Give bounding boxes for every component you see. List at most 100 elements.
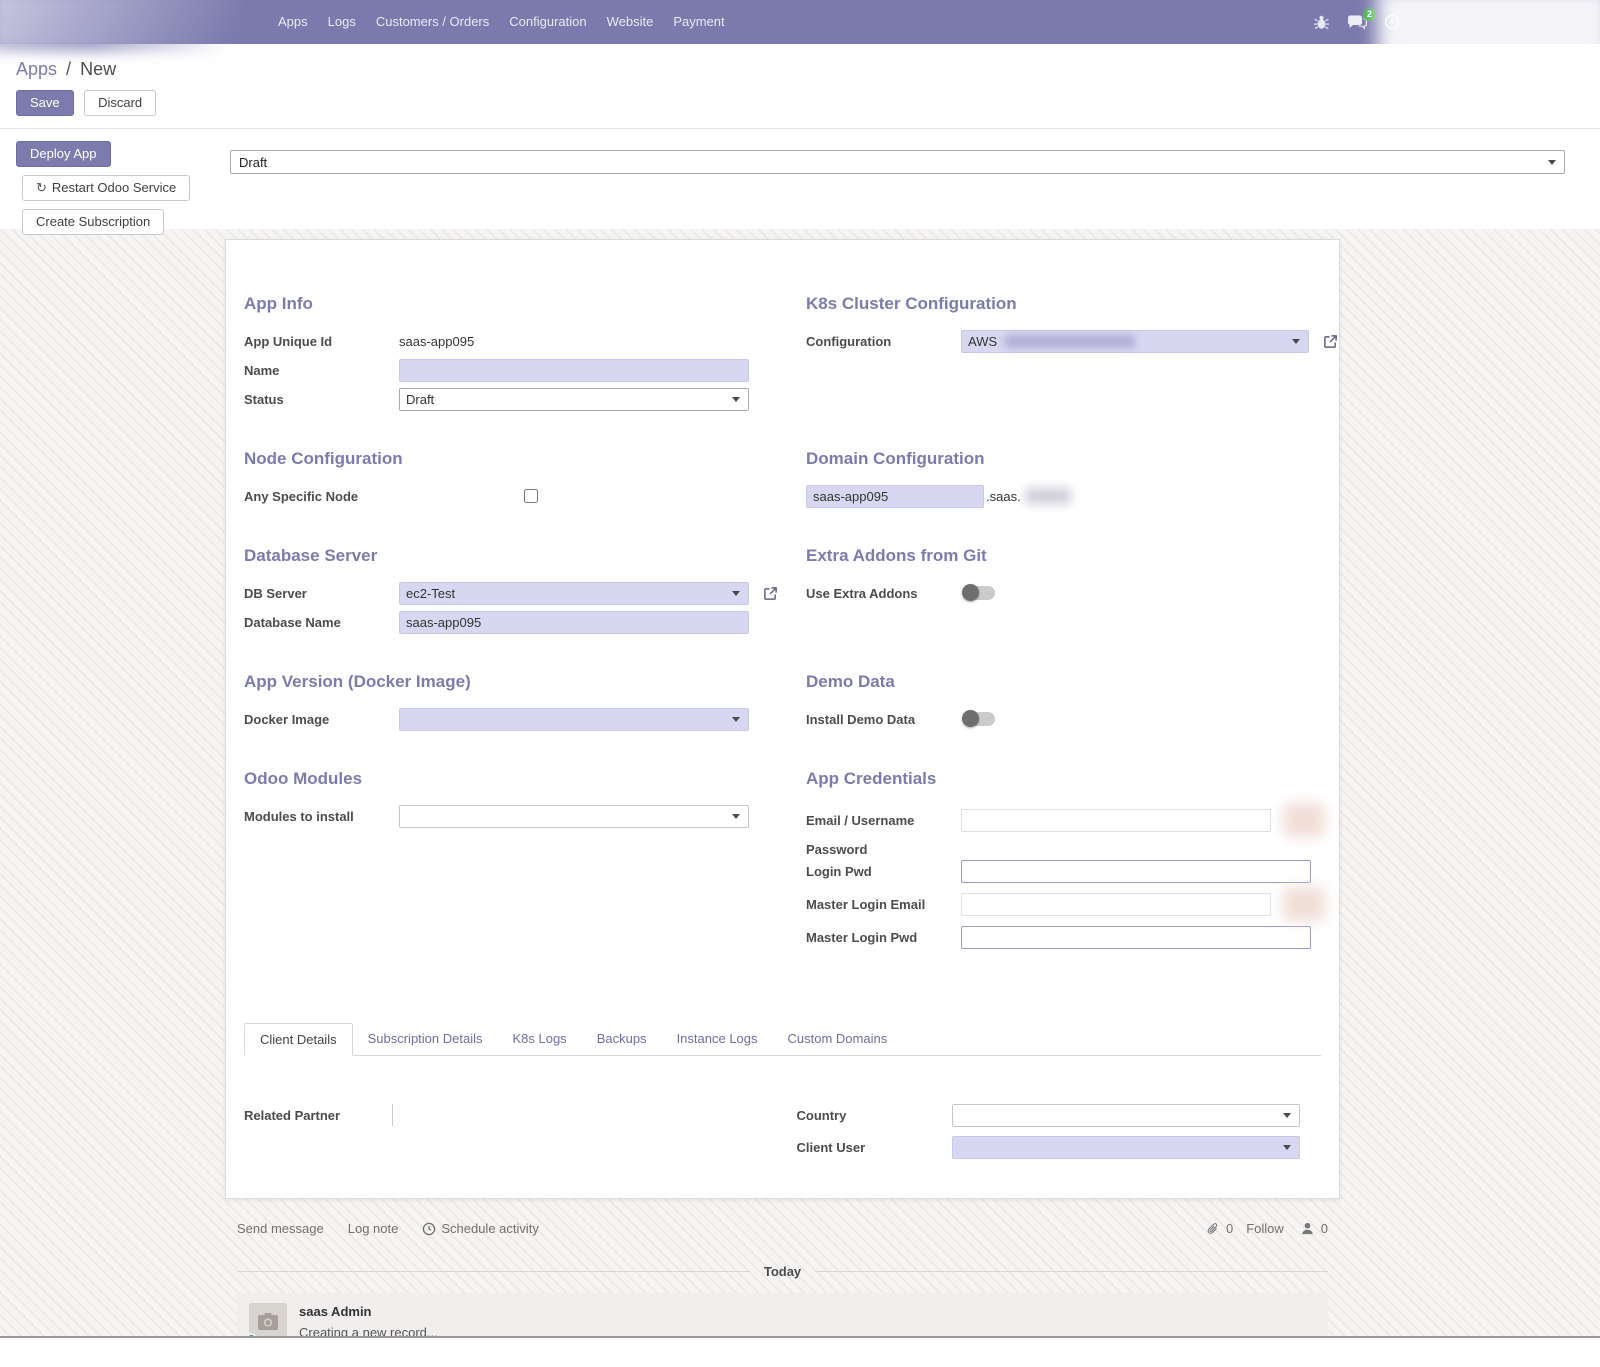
docker-image-dropdown[interactable] <box>399 708 749 731</box>
tab-backups[interactable]: Backups <box>582 1023 662 1055</box>
breadcrumb-current: New <box>80 59 116 79</box>
chatter-right-tools: 0 Follow 0 <box>1206 1221 1328 1236</box>
notebook-tabs: Client Details Subscription Details K8s … <box>244 1023 1321 1056</box>
tab-subscription-details[interactable]: Subscription Details <box>353 1023 498 1055</box>
login-pwd-label: Login Pwd <box>806 864 961 879</box>
configuration-value: AWS <box>968 334 997 349</box>
section-title-demo-data: Demo Data <box>806 672 1338 692</box>
status-dropdown[interactable]: Draft <box>230 150 1565 174</box>
chatter-message: saas Admin Creating a new record... <box>237 1293 1328 1336</box>
database-name-input[interactable] <box>399 611 749 634</box>
log-note-button[interactable]: Log note <box>348 1221 399 1236</box>
status-select[interactable]: Draft <box>399 388 749 411</box>
form-sheet: App Info App Unique Id saas-app095 Name … <box>225 239 1340 1199</box>
email-username-input[interactable] <box>961 809 1271 832</box>
section-title-k8s: K8s Cluster Configuration <box>806 294 1338 314</box>
group-demo-data: Demo Data Install Demo Data <box>806 672 1338 735</box>
master-login-email-input[interactable] <box>961 893 1271 916</box>
follow-button[interactable]: Follow <box>1246 1221 1284 1236</box>
group-app-version: App Version (Docker Image) Docker Image <box>244 672 778 735</box>
configuration-label: Configuration <box>806 334 961 349</box>
top-navbar: Apps Logs Customers / Orders Configurati… <box>0 0 1600 44</box>
section-title-app-credentials: App Credentials <box>806 769 1338 789</box>
configuration-external-link-icon[interactable] <box>1323 334 1338 349</box>
send-message-button[interactable]: Send message <box>237 1221 324 1236</box>
use-extra-addons-toggle[interactable] <box>963 586 995 600</box>
discard-button[interactable]: Discard <box>84 90 156 116</box>
configuration-dropdown[interactable]: AWS <box>961 330 1309 353</box>
use-extra-addons-label: Use Extra Addons <box>806 586 961 601</box>
master-login-pwd-label: Master Login Pwd <box>806 930 961 945</box>
bug-icon[interactable] <box>1313 14 1330 31</box>
today-divider: Today <box>237 1264 1328 1279</box>
nav-item-apps[interactable]: Apps <box>268 0 318 44</box>
redacted-master-email-area <box>1283 887 1325 921</box>
schedule-activity-label: Schedule activity <box>441 1221 539 1236</box>
breadcrumb: Apps / New <box>16 58 1584 80</box>
domain-suffix: .saas. <box>986 489 1021 504</box>
group-odoo-modules: Odoo Modules Modules to install <box>244 769 778 832</box>
breadcrumb-separator: / <box>66 59 71 79</box>
section-title-app-version: App Version (Docker Image) <box>244 672 778 692</box>
nav-item-payment[interactable]: Payment <box>663 0 734 44</box>
followers-icon[interactable] <box>1301 1222 1314 1235</box>
tab-client-details[interactable]: Client Details <box>244 1023 353 1056</box>
navbar-menu: Apps Logs Customers / Orders Configurati… <box>268 0 735 44</box>
save-button[interactable]: Save <box>16 90 74 116</box>
nav-item-website[interactable]: Website <box>597 0 664 44</box>
country-dropdown[interactable] <box>952 1104 1300 1127</box>
deploy-app-button[interactable]: Deploy App <box>16 141 111 167</box>
install-demo-data-label: Install Demo Data <box>806 712 961 727</box>
install-demo-data-toggle[interactable] <box>963 712 995 726</box>
group-app-credentials: App Credentials Email / Username Passwor… <box>806 769 1338 953</box>
tab-content-client-details: Related Partner Country Client User <box>244 1056 1321 1172</box>
today-label: Today <box>764 1264 801 1279</box>
password-label: Password <box>806 842 961 857</box>
login-pwd-input[interactable] <box>961 860 1311 883</box>
redacted-domain-text <box>1025 488 1071 504</box>
create-subscription-button[interactable]: Create Subscription <box>22 209 164 235</box>
activity-clock-icon[interactable] <box>1384 14 1400 30</box>
tab-instance-logs[interactable]: Instance Logs <box>662 1023 773 1055</box>
restart-odoo-service-button[interactable]: ↻ Restart Odoo Service <box>22 175 190 201</box>
group-domain-configuration: Domain Configuration .saas. <box>806 449 1338 512</box>
modules-to-install-dropdown[interactable] <box>399 805 749 828</box>
message-body: Creating a new record... <box>299 1325 438 1336</box>
any-specific-node-label: Any Specific Node <box>244 489 524 504</box>
app-unique-id-value: saas-app095 <box>399 334 474 349</box>
section-title-node: Node Configuration <box>244 449 778 469</box>
db-server-dropdown[interactable]: ec2-Test <box>399 582 749 605</box>
message-author: saas Admin <box>299 1304 372 1319</box>
attachment-icon[interactable] <box>1206 1222 1219 1236</box>
messages-badge: 2 <box>1363 8 1376 21</box>
redacted-email-area <box>1283 803 1325 837</box>
refresh-icon: ↻ <box>36 180 47 196</box>
group-database-server: Database Server DB Server ec2-Test Datab… <box>244 546 778 638</box>
db-server-label: DB Server <box>244 586 399 601</box>
chatter: Send message Log note Schedule activity … <box>225 1221 1340 1336</box>
client-user-dropdown[interactable] <box>952 1136 1300 1159</box>
tab-k8s-logs[interactable]: K8s Logs <box>497 1023 581 1055</box>
schedule-activity-button[interactable]: Schedule activity <box>422 1221 539 1236</box>
related-partner-label: Related Partner <box>244 1108 392 1123</box>
nav-item-configuration[interactable]: Configuration <box>499 0 596 44</box>
master-login-pwd-input[interactable] <box>961 926 1311 949</box>
client-user-label: Client User <box>797 1140 952 1155</box>
name-input[interactable] <box>399 359 749 382</box>
chatter-topbar: Send message Log note Schedule activity … <box>237 1221 1328 1236</box>
breadcrumb-apps-link[interactable]: Apps <box>16 59 57 79</box>
docker-image-label: Docker Image <box>244 712 399 727</box>
related-partner-empty-field[interactable] <box>392 1104 393 1126</box>
group-node-configuration: Node Configuration Any Specific Node <box>244 449 778 512</box>
messages-icon[interactable]: 2 <box>1347 14 1367 31</box>
nav-item-customers-orders[interactable]: Customers / Orders <box>366 0 499 44</box>
any-specific-node-checkbox[interactable] <box>524 489 538 503</box>
section-title-extra-addons: Extra Addons from Git <box>806 546 1338 566</box>
restart-odoo-service-label: Restart Odoo Service <box>52 180 176 196</box>
tab-custom-domains[interactable]: Custom Domains <box>773 1023 903 1055</box>
nav-item-logs[interactable]: Logs <box>318 0 366 44</box>
subdomain-input[interactable] <box>806 485 984 508</box>
section-title-odoo-modules: Odoo Modules <box>244 769 778 789</box>
db-server-external-link-icon[interactable] <box>763 586 778 601</box>
clock-icon <box>422 1222 436 1236</box>
